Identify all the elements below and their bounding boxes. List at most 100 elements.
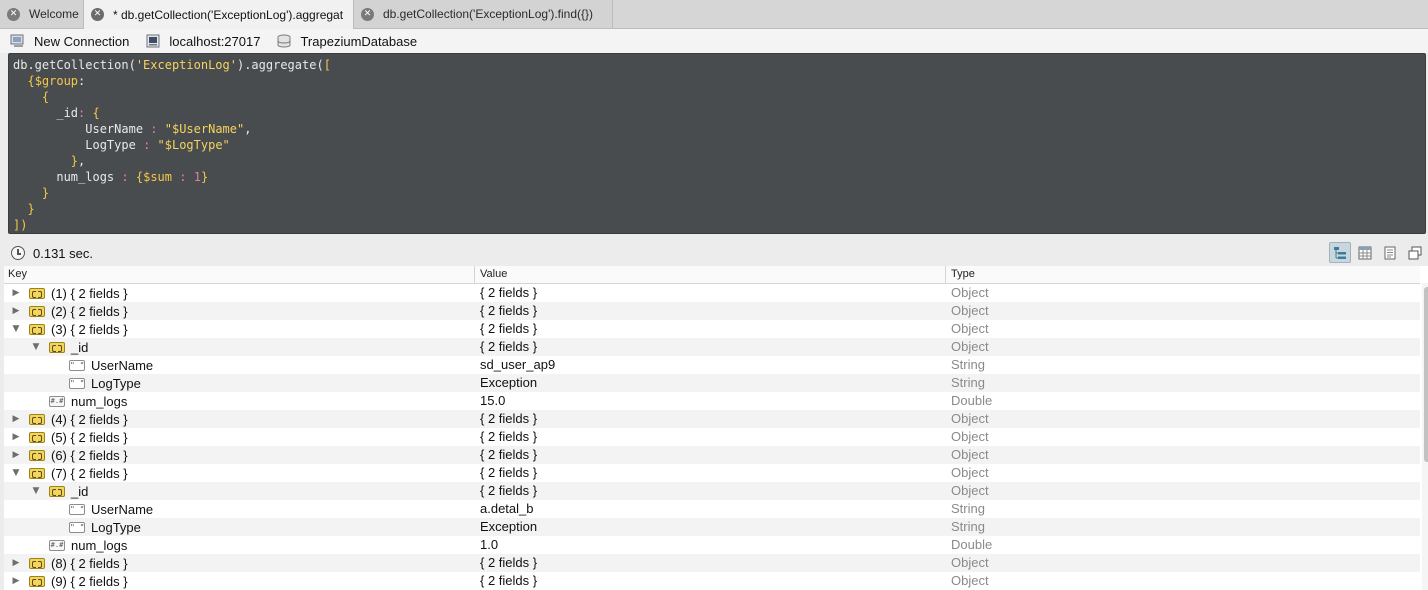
server-indicator[interactable]: localhost:27017 (145, 34, 260, 49)
object-icon (29, 305, 45, 317)
type-cell: Object (951, 321, 989, 336)
expand-arrow-icon[interactable]: ▶ (11, 558, 21, 568)
table-row[interactable]: ▶ (9) { 2 fields } { 2 fields } Object (4, 572, 1420, 590)
close-icon[interactable]: ✕ (91, 8, 104, 21)
expand-arrow-icon[interactable]: ▶ (11, 450, 21, 460)
key-cell: #.# num_logs (31, 393, 127, 409)
table-row[interactable]: ▶ (1) { 2 fields } { 2 fields } Object (4, 284, 1420, 302)
document-icon (1384, 246, 1396, 259)
key-cell: ▶ (9) { 2 fields } (11, 573, 128, 589)
key-label: (4) { 2 fields } (51, 411, 128, 427)
expand-arrow-icon[interactable]: ▶ (11, 414, 21, 424)
column-divider[interactable] (945, 266, 946, 283)
tree-view-button[interactable] (1329, 242, 1351, 263)
type-cell: Object (951, 465, 989, 480)
column-header-key[interactable]: Key (8, 268, 27, 280)
table-row[interactable]: " " UserName a.detal_b String (4, 500, 1420, 518)
value-cell: { 2 fields } (480, 285, 538, 300)
key-cell: ▶ (4) { 2 fields } (11, 411, 128, 427)
type-cell: Object (951, 339, 989, 354)
new-connection-label: New Connection (34, 33, 130, 49)
string-icon: " " (69, 521, 85, 533)
key-cell: " " UserName (51, 357, 153, 373)
object-icon (29, 575, 45, 587)
code-line: } (27, 202, 35, 216)
table-row[interactable]: ▼ _id { 2 fields } Object (4, 482, 1420, 500)
table-row[interactable]: #.# num_logs 1.0 Double (4, 536, 1420, 554)
expand-arrow-icon[interactable]: ▶ (11, 306, 21, 316)
collapse-arrow-icon[interactable]: ▼ (31, 342, 41, 352)
table-row[interactable]: " " LogType Exception String (4, 374, 1420, 392)
value-cell: Exception (480, 519, 538, 534)
server-icon (146, 34, 160, 48)
table-row[interactable]: ▶ (4) { 2 fields } { 2 fields } Object (4, 410, 1420, 428)
code-line: UserName : "$UserName", (85, 122, 252, 136)
key-label: (1) { 2 fields } (51, 285, 128, 301)
string-icon: " " (69, 503, 85, 515)
value-cell: { 2 fields } (480, 483, 538, 498)
expand-arrow-icon[interactable]: ▶ (11, 432, 21, 442)
vertical-scrollbar[interactable] (1422, 283, 1428, 590)
value-cell: Exception (480, 375, 538, 390)
computer-icon (10, 34, 24, 47)
tab-find-query[interactable]: ✕ db.getCollection('ExceptionLog').find(… (354, 0, 613, 28)
expand-arrow-icon[interactable]: ▶ (11, 288, 21, 298)
key-cell: " " UserName (51, 501, 153, 517)
scrollbar-thumb[interactable] (1424, 287, 1428, 462)
new-connection-button[interactable]: New Connection (10, 34, 129, 49)
table-row[interactable]: ▶ (6) { 2 fields } { 2 fields } Object (4, 446, 1420, 464)
column-header-value[interactable]: Value (480, 268, 507, 280)
value-cell: { 2 fields } (480, 339, 538, 354)
column-header-type[interactable]: Type (951, 268, 975, 280)
close-icon[interactable]: ✕ (7, 7, 20, 21)
maximize-results-button[interactable] (1404, 242, 1426, 263)
view-mode-toolbar (1326, 242, 1426, 263)
code-line: {$group: (27, 74, 86, 88)
expand-arrow-icon[interactable]: ▶ (11, 576, 21, 586)
tab-label: Welcome (29, 7, 79, 21)
key-cell: #.# num_logs (31, 537, 127, 553)
value-cell: { 2 fields } (480, 555, 538, 570)
type-cell: Object (951, 303, 989, 318)
results-tree-table: Key Value Type ▶ (1) { 2 fields } { 2 fiel… (4, 266, 1428, 590)
type-cell: Object (951, 555, 989, 570)
database-icon (277, 34, 291, 48)
table-row[interactable]: #.# num_logs 15.0 Double (4, 392, 1420, 410)
collapse-arrow-icon[interactable]: ▼ (31, 486, 41, 496)
table-row[interactable]: ▶ (5) { 2 fields } { 2 fields } Object (4, 428, 1420, 446)
table-row[interactable]: " " UserName sd_user_ap9 String (4, 356, 1420, 374)
collapse-arrow-icon[interactable]: ▼ (11, 468, 21, 478)
key-cell: ▶ (1) { 2 fields } (11, 285, 128, 301)
table-row[interactable]: ▼ (7) { 2 fields } { 2 fields } Object (4, 464, 1420, 482)
database-indicator[interactable]: TrapeziumDatabase (276, 34, 417, 49)
key-label: _id (71, 339, 89, 355)
object-icon (29, 413, 45, 425)
tab-aggregate-query[interactable]: ✕ * db.getCollection('ExceptionLog').agg… (84, 0, 354, 29)
tab-welcome[interactable]: ✕ Welcome (0, 0, 84, 28)
table-row[interactable]: " " LogType Exception String (4, 518, 1420, 536)
type-cell: Double (951, 537, 993, 552)
key-cell: ▶ (5) { 2 fields } (11, 429, 128, 445)
type-cell: Object (951, 411, 989, 426)
key-cell: ▶ (8) { 2 fields } (11, 555, 128, 571)
collapse-arrow-icon[interactable]: ▼ (11, 324, 21, 334)
column-divider[interactable] (474, 266, 475, 283)
type-cell: String (951, 519, 985, 534)
table-view-icon (1358, 246, 1372, 259)
table-row[interactable]: ▼ (3) { 2 fields } { 2 fields } Object (4, 320, 1420, 338)
text-view-button[interactable] (1379, 242, 1401, 263)
key-cell: ▶ (2) { 2 fields } (11, 303, 128, 319)
object-icon (29, 449, 45, 461)
type-cell: Object (951, 573, 989, 588)
table-view-button[interactable] (1354, 242, 1376, 263)
result-status-bar: 0.131 sec. (0, 240, 1428, 266)
close-icon[interactable]: ✕ (361, 7, 374, 21)
table-row[interactable]: ▶ (8) { 2 fields } { 2 fields } Object (4, 554, 1420, 572)
type-cell: String (951, 375, 985, 390)
table-row[interactable]: ▼ _id { 2 fields } Object (4, 338, 1420, 356)
value-cell: { 2 fields } (480, 303, 538, 318)
query-editor[interactable]: db.getCollection('ExceptionLog').aggrega… (8, 53, 1426, 234)
table-row[interactable]: ▶ (2) { 2 fields } { 2 fields } Object (4, 302, 1420, 320)
database-label: TrapeziumDatabase (300, 33, 418, 49)
value-cell: { 2 fields } (480, 465, 538, 480)
